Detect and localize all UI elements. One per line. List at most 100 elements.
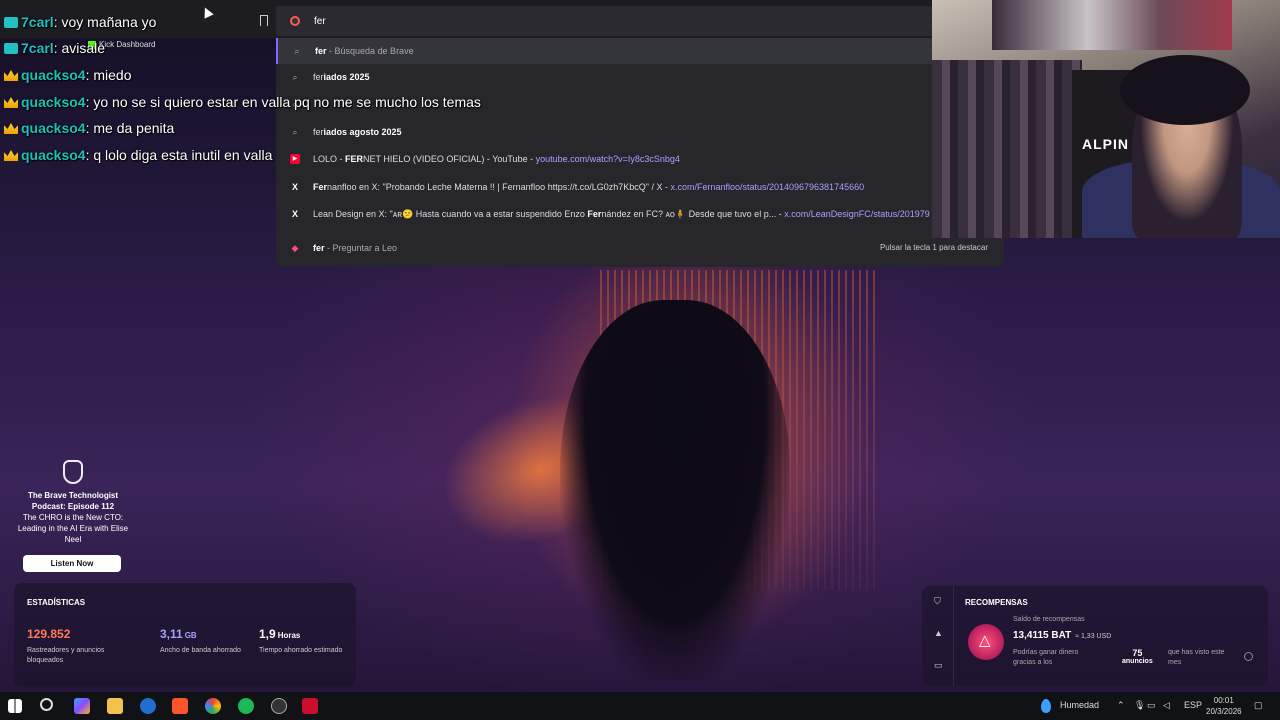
chevron-up-icon[interactable]: ⌃ — [1117, 700, 1125, 711]
bookmark-icon[interactable] — [260, 15, 268, 26]
chat-message: 7carl: voy mañana yo — [4, 14, 156, 30]
stat-label: Tiempo ahorrado estimado — [259, 647, 343, 654]
ads-count-value: 75 — [1132, 648, 1143, 658]
bat-balance: 13,4115 BAT — [1013, 630, 1072, 641]
bat-triangle-icon[interactable]: ▲ — [934, 628, 943, 638]
obs-icon[interactable] — [271, 698, 287, 714]
ad-title: The Brave Technologist Podcast: Episode … — [27, 491, 119, 511]
clock[interactable]: 00:01 20/3/2026 — [1206, 695, 1242, 717]
brave-browser-icon[interactable] — [172, 698, 188, 714]
chat-text: : miedo — [85, 67, 132, 83]
suggestion-row[interactable]: X Lean Design en X: "ᴀʀ😕 Hasta cuando va… — [276, 201, 1004, 227]
webcam-clothes-rack — [932, 60, 1082, 238]
suggestion-text: fer — [313, 127, 324, 137]
chat-text: : voy mañana yo — [53, 14, 157, 30]
stats-card: ESTADÍSTICAS 129.852 Rastreadores y anun… — [14, 583, 356, 687]
chat-message: 7carl: avisale — [4, 40, 105, 56]
suggestion-hint: Pulsar la tecla 1 para destacar — [879, 243, 988, 252]
suggestion-row[interactable]: ⌕ feriados 2025 — [276, 64, 1004, 90]
suggestion-text: fer — [313, 72, 324, 82]
crown-badge-icon — [4, 150, 18, 161]
network-icon[interactable]: ▭ — [1147, 700, 1156, 711]
language-indicator[interactable]: ESP — [1184, 700, 1202, 710]
suggestion-text: NET HIELO (VIDEO OFICIAL) - YouTube - — [363, 154, 536, 164]
suggestion-row[interactable]: ⌕ fer - Búsqueda de Brave — [276, 38, 1004, 64]
rewards-balance: 13,4115 BAT ≈ 1,33 USD — [1013, 630, 1111, 641]
chat-message: quackso4: miedo — [4, 67, 132, 83]
listen-now-button[interactable]: Listen Now — [23, 555, 121, 572]
ads-count-label: anuncios — [1122, 658, 1153, 665]
suggestion-match: Fer — [313, 182, 328, 192]
windows-taskbar: Humedad ⌃ 🎙 ▭ ◁ ESP 00:01 20/3/2026 ▢ — [0, 692, 1280, 720]
rewards-seen-text: que has visto este mes — [1168, 649, 1225, 666]
rewards-title: RECOMPENSAS — [965, 598, 1028, 607]
omnibox-input[interactable]: fer — [314, 16, 326, 27]
spotify-icon[interactable] — [238, 698, 254, 714]
app-icon[interactable] — [302, 698, 318, 714]
suggestion-row[interactable]: ◆ fer - Preguntar a Leo Pulsar la tecla … — [276, 235, 1004, 261]
search-icon: ⌕ — [292, 127, 298, 137]
suggestion-row[interactable]: ⌕ feriados agosto 2025 — [276, 119, 1004, 145]
suggestion-row[interactable]: ▶ LOLO - FERNET HIELO (VIDEO OFICIAL) - … — [276, 146, 1004, 172]
microphone-icon[interactable]: 🎙 — [1134, 700, 1145, 711]
volume-icon[interactable]: ◁ — [1163, 700, 1170, 711]
suggestion-text: Lean Design en X: "ᴀʀ😕 Hasta cuando va a… — [313, 209, 588, 219]
address-bar[interactable] — [276, 6, 932, 36]
chat-text: : avisale — [53, 40, 106, 56]
copilot-icon[interactable] — [74, 698, 90, 714]
water-drop-icon — [1041, 699, 1051, 713]
leo-icon: ◆ — [291, 243, 299, 253]
chat-message: quackso4: me da penita — [4, 120, 174, 136]
stat-label: Rastreadores y anuncios bloqueados — [27, 647, 105, 664]
search-icon: ⌕ — [294, 46, 300, 56]
suggestion-match: fer — [315, 46, 327, 56]
bat-logo-icon: △ — [968, 624, 1004, 660]
wallet-icon[interactable]: ▭ — [934, 660, 943, 671]
x-icon: X — [291, 209, 298, 219]
stats-title: ESTADÍSTICAS — [27, 598, 86, 607]
ad-subtitle: The CHRO is the New CTO: Leading in the … — [17, 513, 129, 544]
stat-unit: Horas — [277, 631, 301, 640]
crown-badge-icon — [4, 123, 18, 134]
rewards-card: ⛉ ▲ ▭ RECOMPENSAS △ Saldo de recompensas… — [922, 586, 1268, 686]
subscriber-badge-icon — [4, 17, 18, 28]
webcam-overlay: ALPIN — [932, 0, 1280, 238]
suggestion-match: FER — [345, 154, 364, 164]
suggestion-match: iados agosto 2025 — [323, 127, 402, 137]
stat-label: Ancho de banda ahorrado — [160, 647, 241, 654]
info-icon[interactable] — [1244, 652, 1253, 661]
search-icon: ⌕ — [292, 72, 298, 82]
sponsored-card: The Brave Technologist Podcast: Episode … — [14, 460, 132, 572]
chat-username: quackso4 — [21, 120, 86, 136]
shield-icon[interactable]: ⛉ — [934, 596, 941, 607]
suggestion-text: nández en FC? ᴀᴏ🧍 Desde que tuvo el p...… — [601, 209, 785, 219]
webcam-person-hair — [1120, 55, 1250, 125]
suggestion-text: LOLO - — [313, 154, 346, 164]
chat-message: quackso4: q lolo diga esta inutil en val… — [4, 147, 272, 163]
chat-text: : q lolo diga esta inutil en valla — [85, 147, 273, 163]
chat-text: : yo no se si quiero estar en valla pq n… — [85, 94, 481, 110]
file-explorer-icon[interactable] — [107, 698, 123, 714]
windows-start-icon[interactable] — [8, 699, 22, 713]
chrome-icon[interactable] — [205, 698, 221, 714]
rewards-sidebar: ⛉ ▲ ▭ — [922, 586, 954, 686]
chair-brand-text: ALPIN — [1082, 136, 1129, 152]
suggestion-match: fer — [313, 243, 325, 253]
omnibox-suggestions: ⌕ fer - Búsqueda de Brave ⌕ feriados 202… — [276, 38, 1004, 267]
brave-lion-icon — [63, 460, 83, 484]
search-icon[interactable] — [40, 698, 53, 711]
app-icon[interactable] — [140, 698, 156, 714]
clock-date: 20/3/2026 — [1206, 707, 1242, 716]
rewards-subtitle: Saldo de recompensas — [1013, 616, 1085, 623]
weather-text[interactable]: Humedad — [1060, 700, 1099, 710]
notification-icon[interactable]: ▢ — [1254, 700, 1263, 711]
omnibox-site-icon — [290, 16, 300, 26]
stat-bandwidth: 3,11 GB Ancho de banda ahorrado — [160, 625, 250, 656]
clock-time: 00:01 — [1213, 696, 1234, 705]
ads-count: 75 anuncios — [1122, 648, 1153, 665]
subscriber-badge-icon — [4, 43, 18, 54]
webcam-poster — [992, 0, 1232, 50]
suggestion-row[interactable]: X Fernanfloo en X: "Probando Leche Mater… — [276, 174, 1004, 200]
bookmark-label: Kick Dashboard — [99, 40, 156, 49]
suggestion-text: - Preguntar a Leo — [324, 243, 398, 253]
